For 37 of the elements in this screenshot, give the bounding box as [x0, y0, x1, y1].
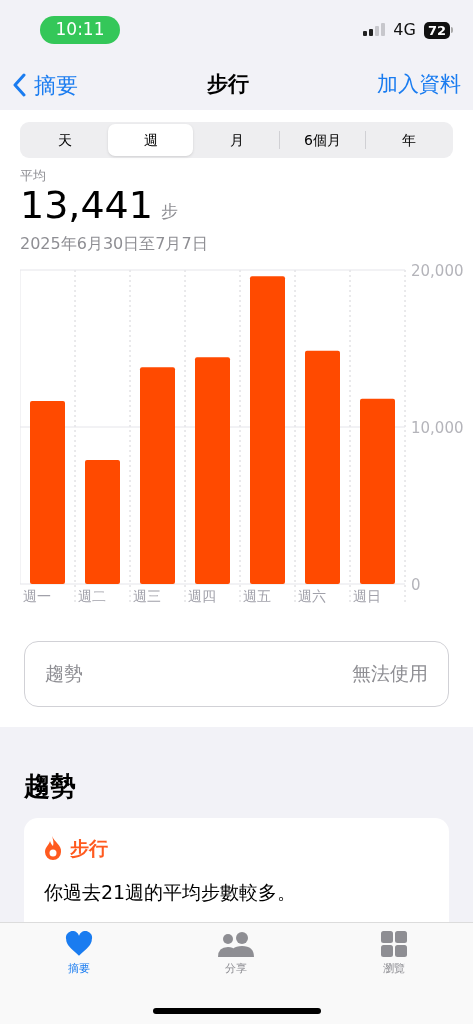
- axis-label: 週四: [188, 587, 216, 604]
- trend-card[interactable]: 步行 你過去21週的平均步數較多。: [24, 817, 449, 922]
- axis-label: 週日: [353, 587, 381, 604]
- add-data-button[interactable]: 加入資料: [377, 69, 461, 101]
- people-icon: [217, 931, 256, 957]
- segment-tab[interactable]: 6個月: [280, 124, 365, 156]
- flame-icon: [44, 835, 62, 860]
- axis-label: 週五: [243, 587, 271, 604]
- tab-bar-item[interactable]: 摘要: [38, 931, 119, 978]
- clock-pill: 10:11: [40, 16, 120, 44]
- network-label: 4G: [393, 19, 416, 41]
- page-title: 步行: [206, 71, 249, 99]
- axis-label: 週一: [23, 587, 51, 604]
- chevron-left-icon: [12, 73, 26, 97]
- unit-label: 步: [160, 202, 178, 220]
- axis-label: 週六: [298, 587, 326, 604]
- grid-icon: [381, 931, 408, 957]
- average-value: 13,441: [20, 185, 153, 224]
- section-heading: 趨勢: [24, 769, 77, 803]
- signal-icon: [363, 23, 386, 37]
- segment-tab[interactable]: 年: [366, 124, 451, 156]
- card-title: 步行: [70, 835, 108, 861]
- axis-label: 週三: [133, 587, 161, 604]
- average-label: 平均: [20, 167, 47, 185]
- back-button[interactable]: 摘要: [12, 68, 78, 102]
- axis-label: 0: [411, 575, 421, 594]
- segment-tab[interactable]: 月: [194, 124, 279, 156]
- axis-label: 20,000: [411, 263, 464, 280]
- segment-tab[interactable]: 週: [108, 124, 193, 156]
- trend-value: 無法使用: [352, 661, 428, 687]
- segment-tab[interactable]: 天: [22, 124, 107, 156]
- axis-label: 週二: [78, 587, 106, 604]
- axis-label: 10,000: [411, 418, 464, 437]
- heart-icon: [64, 931, 93, 957]
- battery-icon: 72: [423, 21, 453, 39]
- trend-label: 趨勢: [45, 661, 83, 687]
- date-range: 2025年6月30日至7月7日: [20, 232, 209, 255]
